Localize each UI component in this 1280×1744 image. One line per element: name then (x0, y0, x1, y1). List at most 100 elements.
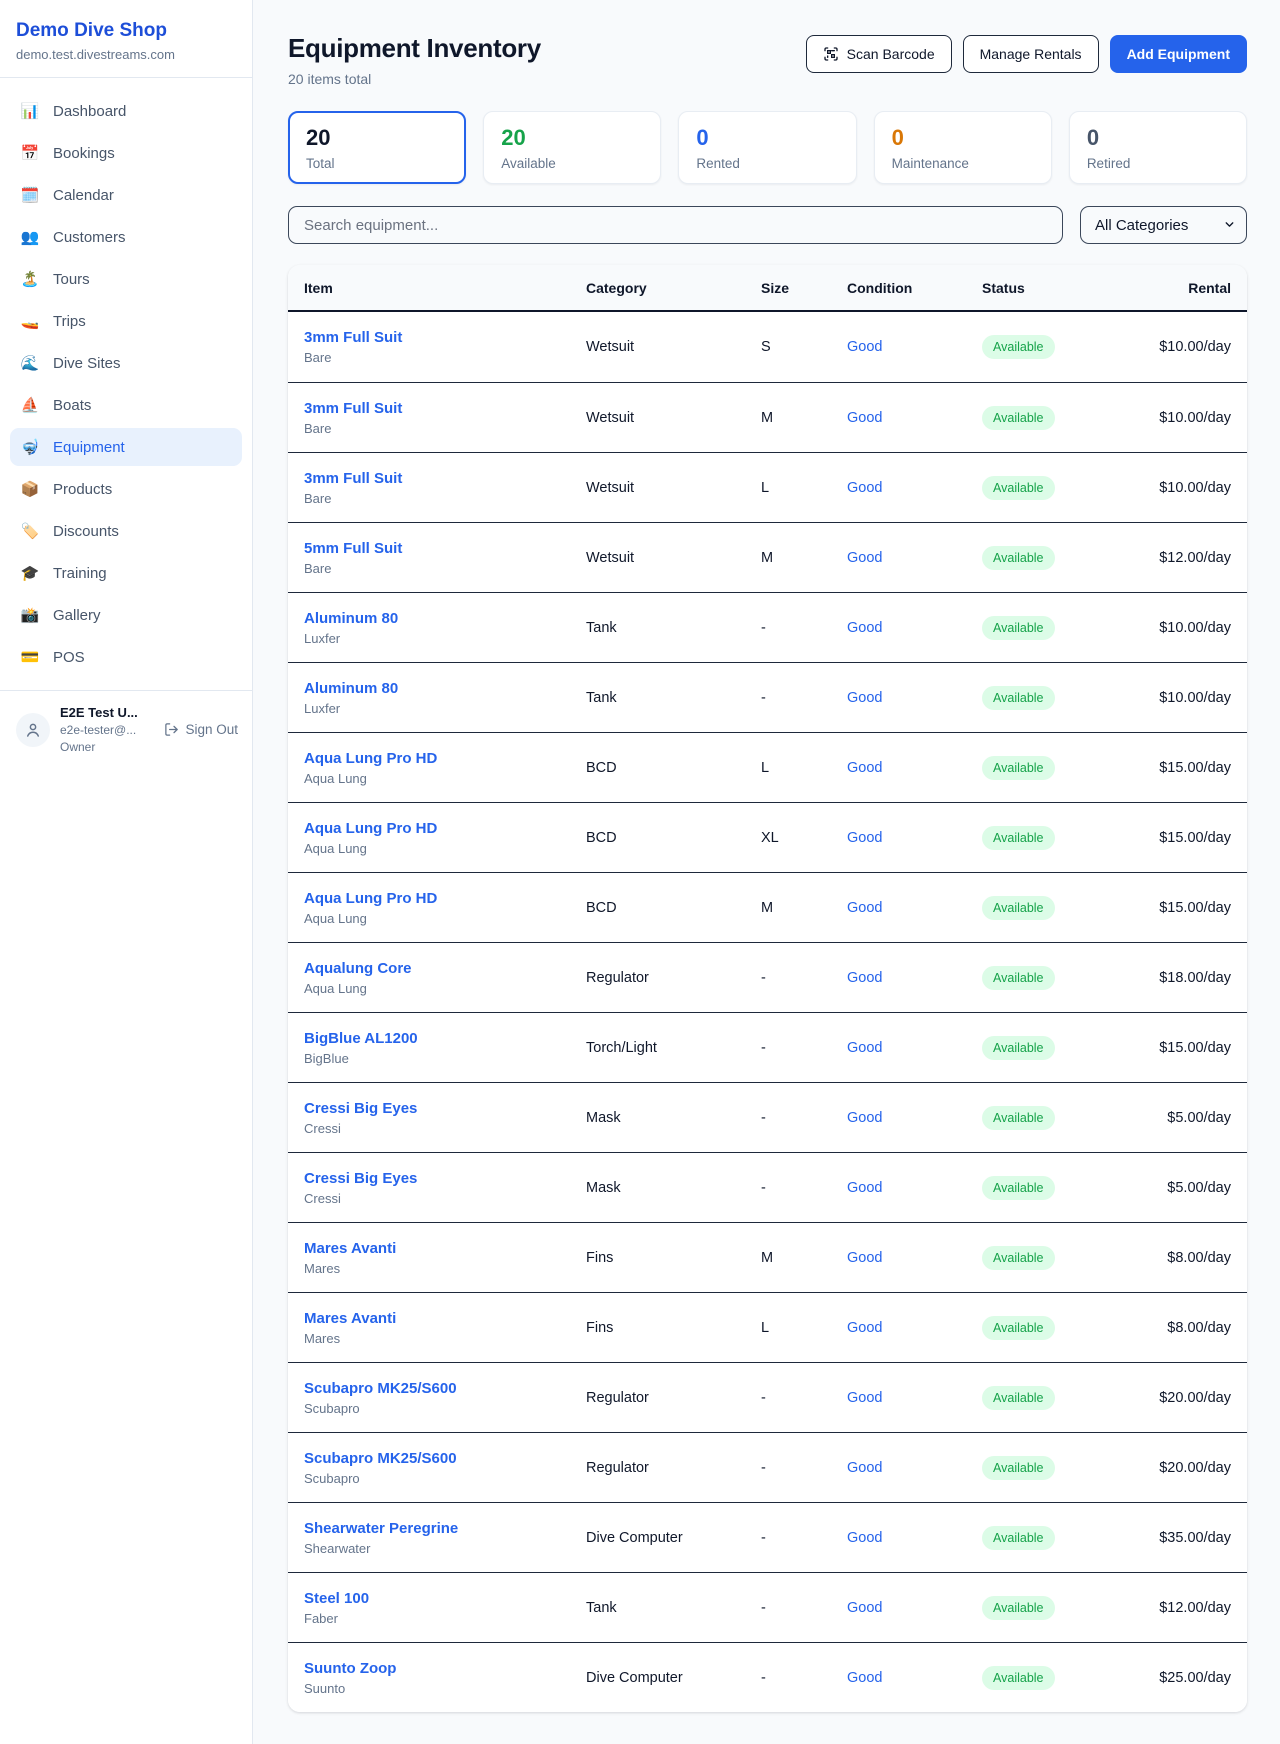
condition-link[interactable]: Good (847, 550, 882, 566)
item-name-link[interactable]: Steel 100 (304, 1590, 369, 1607)
item-cell: Scubapro MK25/S600 Scubapro (304, 1450, 586, 1486)
item-name-link[interactable]: Aluminum 80 (304, 610, 398, 627)
item-cell: Aqua Lung Pro HD Aqua Lung (304, 820, 586, 856)
category-cell: Mask (586, 1110, 761, 1126)
sidebar-item-calendar[interactable]: 🗓️ Calendar (10, 176, 242, 214)
search-input[interactable] (288, 206, 1063, 244)
item-name-link[interactable]: Cressi Big Eyes (304, 1100, 417, 1117)
status-badge: Available (982, 1316, 1055, 1340)
condition-link[interactable]: Good (847, 900, 882, 916)
item-name-link[interactable]: 3mm Full Suit (304, 400, 402, 417)
item-name-link[interactable]: Mares Avanti (304, 1310, 396, 1327)
sidebar-item-dive-sites[interactable]: 🌊 Dive Sites (10, 344, 242, 382)
rental-rate: $20.00/day (1152, 1390, 1231, 1406)
condition-link[interactable]: Good (847, 1320, 882, 1336)
status-badge: Available (982, 1386, 1055, 1410)
category-select[interactable]: All Categories (1080, 206, 1247, 244)
condition-link[interactable]: Good (847, 760, 882, 776)
category-cell: Tank (586, 1600, 761, 1616)
page-title-block: Equipment Inventory 20 items total (288, 33, 541, 87)
condition-link[interactable]: Good (847, 620, 882, 636)
user-name: E2E Test U... (60, 705, 154, 720)
status-badge: Available (982, 1526, 1055, 1550)
item-name-link[interactable]: Suunto Zoop (304, 1660, 396, 1677)
add-equipment-button[interactable]: Add Equipment (1110, 35, 1247, 73)
item-name-link[interactable]: Aqua Lung Pro HD (304, 750, 437, 767)
item-name-link[interactable]: Aqualung Core (304, 960, 412, 977)
condition-link[interactable]: Good (847, 1530, 882, 1546)
sidebar-item-tours[interactable]: 🏝️ Tours (10, 260, 242, 298)
condition-link[interactable]: Good (847, 690, 882, 706)
item-name-link[interactable]: 3mm Full Suit (304, 470, 402, 487)
stats-cards: 20 Total 20 Available 0 Rented 0 Mainten… (288, 111, 1247, 184)
sidebar-item-discounts[interactable]: 🏷️ Discounts (10, 512, 242, 550)
item-name-link[interactable]: 5mm Full Suit (304, 540, 402, 557)
status-badge: Available (982, 335, 1055, 359)
sidebar-item-bookings[interactable]: 📅 Bookings (10, 134, 242, 172)
sidebar-item-boats[interactable]: ⛵ Boats (10, 386, 242, 424)
sidebar-item-trips[interactable]: 🚤 Trips (10, 302, 242, 340)
calendar-icon: 📅 (20, 144, 40, 162)
page-header: Equipment Inventory 20 items total (288, 33, 1247, 87)
condition-link[interactable]: Good (847, 1110, 882, 1126)
item-name-link[interactable]: Aqua Lung Pro HD (304, 820, 437, 837)
item-cell: 3mm Full Suit Bare (304, 400, 586, 436)
sidebar-item-products[interactable]: 📦 Products (10, 470, 242, 508)
camera-icon: 📸 (20, 606, 40, 624)
condition-link[interactable]: Good (847, 1180, 882, 1196)
item-name-link[interactable]: Shearwater Peregrine (304, 1520, 458, 1537)
item-name-link[interactable]: Scubapro MK25/S600 (304, 1380, 457, 1397)
item-name-link[interactable]: Cressi Big Eyes (304, 1170, 417, 1187)
sailboat-icon: ⛵ (20, 396, 40, 414)
size-cell: XL (761, 830, 847, 846)
condition-link[interactable]: Good (847, 1670, 882, 1686)
stat-card[interactable]: 0 Retired (1069, 111, 1247, 184)
item-name-link[interactable]: Aqua Lung Pro HD (304, 890, 437, 907)
scan-barcode-button[interactable]: Scan Barcode (806, 35, 952, 73)
sidebar-item-label: Trips (53, 313, 86, 330)
item-name-link[interactable]: BigBlue AL1200 (304, 1030, 418, 1047)
stat-card[interactable]: 20 Total (288, 111, 466, 184)
rental-rate: $10.00/day (1152, 410, 1231, 426)
item-brand: Luxfer (304, 701, 586, 716)
stat-card[interactable]: 0 Maintenance (874, 111, 1052, 184)
manage-rentals-button[interactable]: Manage Rentals (963, 35, 1099, 73)
category-select-wrap: All Categories (1080, 206, 1247, 244)
condition-cell: Good (847, 339, 982, 355)
category-cell: Fins (586, 1320, 761, 1336)
condition-link[interactable]: Good (847, 339, 882, 355)
item-cell: Mares Avanti Mares (304, 1310, 586, 1346)
condition-link[interactable]: Good (847, 1390, 882, 1406)
stat-label: Available (501, 156, 643, 171)
item-name-link[interactable]: 3mm Full Suit (304, 329, 402, 346)
sign-out-button[interactable]: Sign Out (164, 722, 238, 737)
condition-link[interactable]: Good (847, 1600, 882, 1616)
item-cell: Aqua Lung Pro HD Aqua Lung (304, 890, 586, 926)
condition-link[interactable]: Good (847, 830, 882, 846)
sidebar-item-customers[interactable]: 👥 Customers (10, 218, 242, 256)
condition-link[interactable]: Good (847, 1040, 882, 1056)
item-name-link[interactable]: Scubapro MK25/S600 (304, 1450, 457, 1467)
sidebar-item-training[interactable]: 🎓 Training (10, 554, 242, 592)
stat-card[interactable]: 0 Rented (678, 111, 856, 184)
condition-link[interactable]: Good (847, 1460, 882, 1476)
sidebar-item-dashboard[interactable]: 📊 Dashboard (10, 92, 242, 130)
condition-link[interactable]: Good (847, 410, 882, 426)
table-row: Cressi Big Eyes Cressi Mask - Good Avail… (288, 1152, 1247, 1222)
condition-cell: Good (847, 550, 982, 566)
item-brand: Cressi (304, 1121, 586, 1136)
sidebar-item-equipment[interactable]: 🤿 Equipment (10, 428, 242, 466)
stat-card[interactable]: 20 Available (483, 111, 661, 184)
condition-link[interactable]: Good (847, 970, 882, 986)
sidebar-item-gallery[interactable]: 📸 Gallery (10, 596, 242, 634)
item-name-link[interactable]: Mares Avanti (304, 1240, 396, 1257)
condition-link[interactable]: Good (847, 1250, 882, 1266)
category-cell: Torch/Light (586, 1040, 761, 1056)
sidebar-item-label: Discounts (53, 523, 119, 540)
shop-name-link[interactable]: Demo Dive Shop (16, 20, 236, 42)
rental-rate: $10.00/day (1152, 339, 1231, 355)
item-name-link[interactable]: Aluminum 80 (304, 680, 398, 697)
condition-cell: Good (847, 1180, 982, 1196)
sidebar-item-pos[interactable]: 💳 POS (10, 638, 242, 676)
condition-link[interactable]: Good (847, 480, 882, 496)
